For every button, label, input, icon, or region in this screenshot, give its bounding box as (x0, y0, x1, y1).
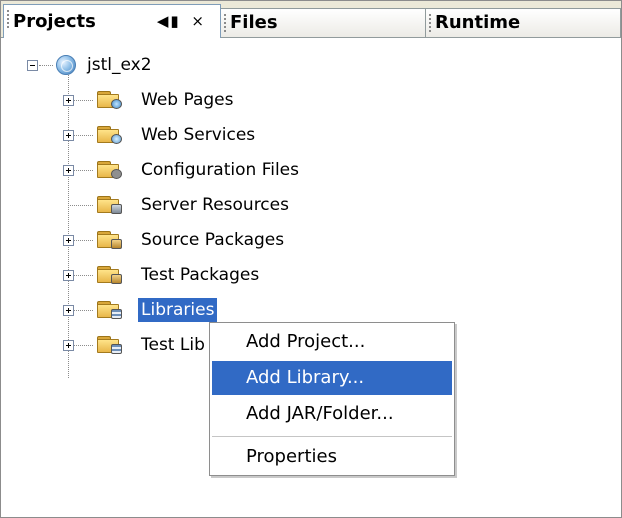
tree-connector-line (73, 275, 93, 276)
tree-connector-line (39, 65, 53, 66)
source-packages-folder-icon (97, 229, 122, 249)
tree-node-label: Test Packages (141, 265, 260, 285)
tab-projects[interactable]: Projects ◀▮ × (3, 4, 221, 38)
menu-item-add-project[interactable]: Add Project... (212, 325, 452, 359)
expand-toggle-icon[interactable] (63, 270, 74, 281)
tree-node-label: Libraries (136, 297, 219, 323)
tree-connector-line (73, 310, 93, 311)
tab-files[interactable]: Files (220, 8, 426, 37)
tree-connector-line (73, 240, 93, 241)
test-libraries-folder-icon (97, 334, 122, 354)
tab-grip-icon[interactable] (224, 14, 226, 32)
web-pages-folder-icon (97, 89, 122, 109)
tree-node-label: Web Services (141, 125, 256, 145)
expand-toggle-icon[interactable] (63, 95, 74, 106)
test-packages-folder-icon (97, 264, 122, 284)
context-menu: Add Project... Add Library... Add JAR/Fo… (209, 322, 455, 476)
tab-label: Files (230, 12, 278, 33)
tree-node-label: jstl_ex2 (87, 55, 152, 75)
expand-toggle-icon[interactable] (63, 130, 74, 141)
menu-item-add-library[interactable]: Add Library... (212, 361, 452, 395)
tab-grip-icon[interactable] (7, 10, 9, 28)
web-services-folder-icon (97, 124, 122, 144)
expand-toggle-icon[interactable] (63, 305, 74, 316)
tree-connector-line (73, 100, 93, 101)
tab-grip-icon[interactable] (429, 14, 431, 32)
expand-toggle-icon[interactable] (63, 165, 74, 176)
tree-connector-line (68, 205, 93, 206)
projects-window: Projects ◀▮ × Files Runtime jstl_ex2 Web… (0, 0, 622, 518)
menu-item-properties[interactable]: Properties (212, 440, 452, 474)
tree-connector-line (68, 72, 69, 378)
server-resources-folder-icon (97, 194, 122, 214)
tab-runtime[interactable]: Runtime (425, 8, 621, 37)
tree-node-label: Configuration Files (141, 160, 299, 180)
tree-connector-line (73, 170, 93, 171)
minimize-window-icon[interactable]: ◀▮ (157, 8, 181, 35)
close-tab-icon[interactable]: × (191, 8, 206, 35)
libraries-folder-icon (97, 299, 122, 319)
tree-node-label: Web Pages (141, 90, 234, 110)
configuration-files-folder-icon (97, 159, 122, 179)
tree-connector-line (73, 345, 93, 346)
expand-toggle-icon[interactable] (63, 340, 74, 351)
tab-label: Projects (13, 11, 96, 32)
collapse-toggle-icon[interactable] (27, 60, 38, 71)
tab-bar: Projects ◀▮ × Files Runtime (1, 1, 621, 38)
tab-label: Runtime (435, 12, 521, 33)
menu-separator (212, 436, 452, 437)
globe-icon (56, 55, 76, 75)
tree-node-label: Source Packages (141, 230, 285, 250)
menu-item-add-jar-folder[interactable]: Add JAR/Folder... (212, 397, 452, 431)
expand-toggle-icon[interactable] (63, 235, 74, 246)
tree-connector-line (73, 135, 93, 136)
tree-node-label: Server Resources (141, 195, 289, 215)
tree-node-label: Test Lib (141, 335, 205, 355)
